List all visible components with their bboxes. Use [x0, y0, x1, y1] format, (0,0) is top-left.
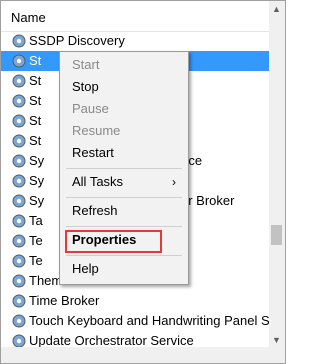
- service-name: Ta: [29, 213, 43, 228]
- service-name: St: [29, 93, 42, 108]
- gear-icon: [12, 94, 26, 108]
- menu-item-refresh[interactable]: Refresh: [60, 200, 188, 222]
- service-name: St: [29, 133, 42, 148]
- service-name: Te: [29, 233, 43, 248]
- menu-separator: [66, 255, 182, 256]
- gear-icon: [12, 54, 26, 68]
- service-name: St: [29, 73, 42, 88]
- sort-arrow-icon: ^: [234, 0, 240, 7]
- menu-item-start[interactable]: Start: [60, 54, 188, 76]
- menu-item-help[interactable]: Help: [60, 258, 188, 280]
- name-column-label: Name: [11, 10, 46, 25]
- service-name: St: [29, 113, 42, 128]
- gear-icon: [12, 154, 26, 168]
- service-name: Sy: [29, 193, 45, 208]
- menu-separator: [66, 168, 182, 169]
- gear-icon: [12, 214, 26, 228]
- scrollbar-thumb[interactable]: [271, 225, 282, 245]
- gear-icon: [12, 294, 26, 308]
- gear-icon: [12, 274, 26, 288]
- gear-icon: [12, 234, 26, 248]
- menu-item-properties[interactable]: Properties: [60, 229, 188, 251]
- service-name: Touch Keyboard and Handwriting Panel Ser…: [29, 313, 286, 328]
- service-row[interactable]: Time Broker: [1, 291, 269, 311]
- menu-item-pause[interactable]: Pause: [60, 98, 188, 120]
- menu-separator: [66, 197, 182, 198]
- gear-icon: [12, 114, 26, 128]
- service-name: Sy: [29, 173, 45, 188]
- scroll-down-arrow-icon[interactable]: ▼: [272, 335, 281, 345]
- horizontal-scrollbar[interactable]: [1, 347, 269, 363]
- submenu-arrow-icon: ›: [172, 175, 176, 189]
- service-name: Sy: [29, 153, 45, 168]
- scroll-up-arrow-icon[interactable]: ▲: [272, 4, 281, 14]
- menu-item-resume[interactable]: Resume: [60, 120, 188, 142]
- name-column-header[interactable]: ^ Name: [1, 1, 269, 32]
- context-menu: Start Stop Pause Resume Restart All Task…: [59, 51, 189, 285]
- service-name: Time Broker: [29, 293, 100, 308]
- gear-icon: [12, 314, 26, 328]
- gear-icon: [12, 194, 26, 208]
- gear-icon: [12, 254, 26, 268]
- service-row[interactable]: Touch Keyboard and Handwriting Panel Ser…: [1, 311, 285, 331]
- service-name: SSDP Discovery: [29, 33, 125, 48]
- menu-separator: [66, 226, 182, 227]
- menu-item-restart[interactable]: Restart: [60, 142, 188, 164]
- gear-icon: [12, 174, 26, 188]
- vertical-scrollbar[interactable]: ▲ ▼: [269, 1, 285, 363]
- menu-item-stop[interactable]: Stop: [60, 76, 188, 98]
- service-row[interactable]: SSDP Discovery: [1, 31, 269, 51]
- service-name-peek: or Broker: [181, 193, 235, 208]
- gear-icon: [12, 74, 26, 88]
- gear-icon: [12, 34, 26, 48]
- gear-icon: [12, 134, 26, 148]
- menu-item-all-tasks[interactable]: All Tasks ›: [60, 171, 188, 193]
- service-name: St: [29, 53, 42, 68]
- service-name: Te: [29, 253, 43, 268]
